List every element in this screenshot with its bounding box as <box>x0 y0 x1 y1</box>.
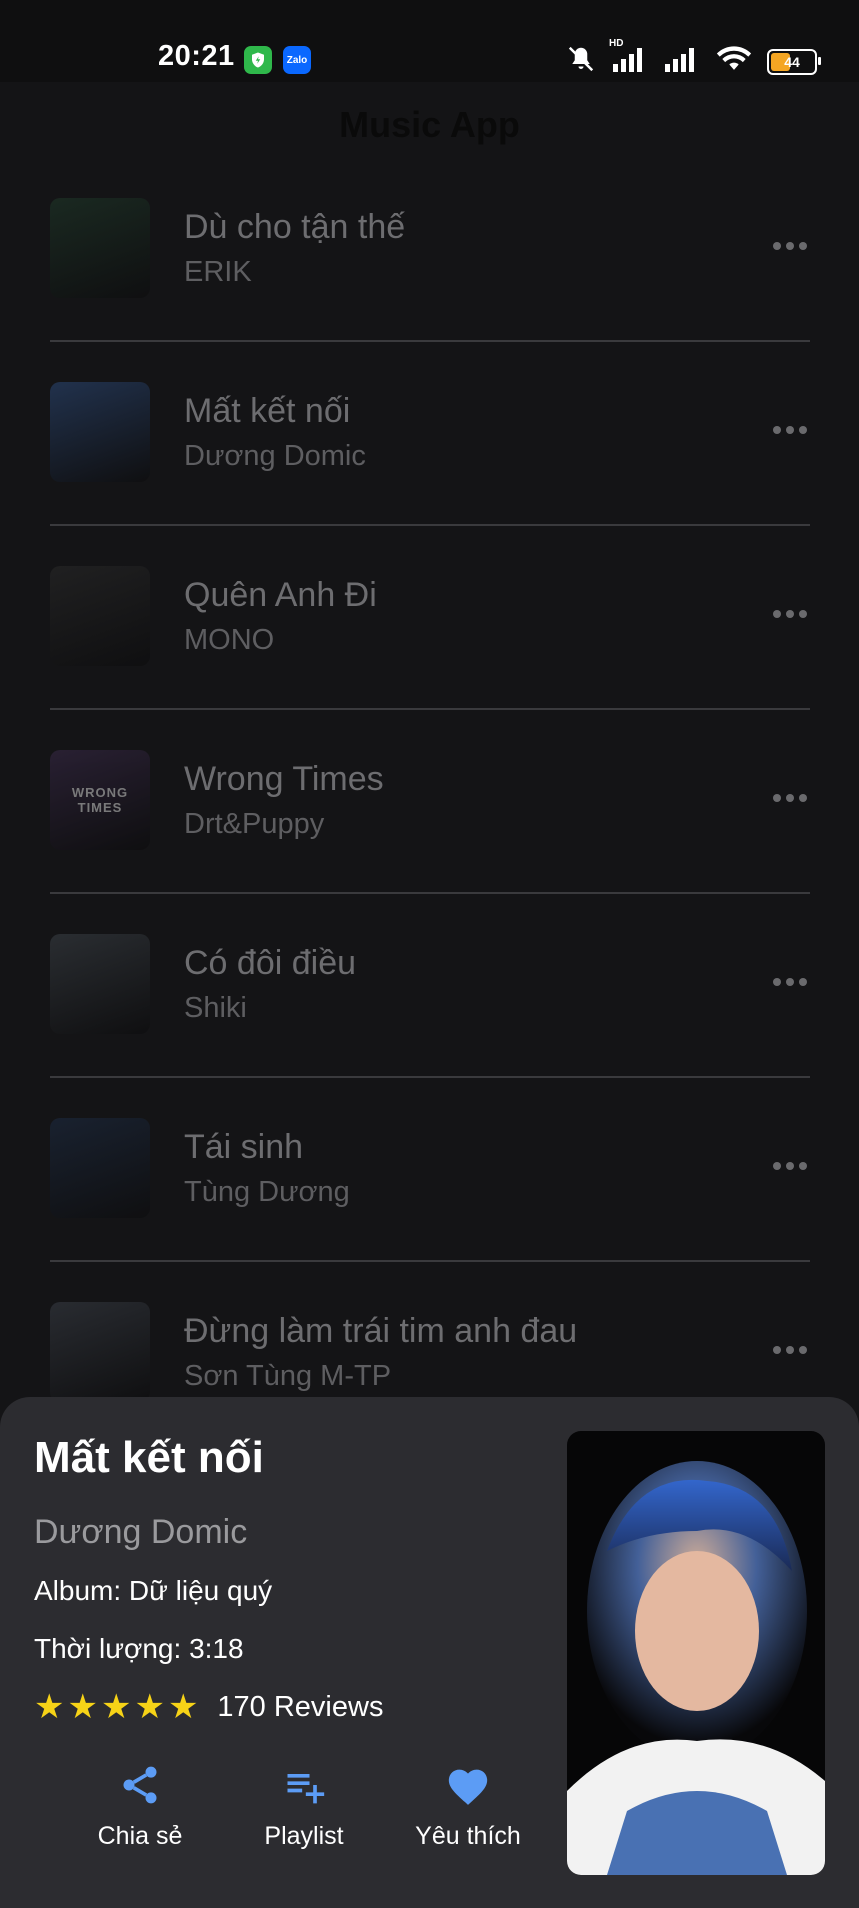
song-row[interactable]: Mất kết nối Dương Domic <box>50 364 810 548</box>
song-artist: Shiki <box>184 992 247 1024</box>
row-divider <box>50 1076 810 1078</box>
song-title: Đừng làm trái tim anh đau <box>184 1312 578 1350</box>
song-artist: MONO <box>184 624 275 656</box>
action-bar: Chia sẻ Playlist Yêu thích <box>58 1763 550 1851</box>
song-artist: Drt&Puppy <box>184 808 325 840</box>
song-title: Có đôi điều <box>184 944 357 982</box>
song-title: Dù cho tận thế <box>184 208 406 246</box>
status-bar: 20:21 Zalo HD 44 <box>0 0 859 82</box>
review-count: 170 Reviews <box>217 1690 384 1723</box>
row-divider <box>50 524 810 526</box>
song-detail-sheet: Mất kết nối Dương Domic Album: Dữ liệu q… <box>0 1397 859 1908</box>
row-divider <box>50 892 810 894</box>
song-artist: ERIK <box>184 256 252 288</box>
star-icon: ★ <box>134 1688 165 1726</box>
share-label: Chia sẻ <box>97 1822 183 1850</box>
song-thumbnail <box>50 382 150 482</box>
shield-app-icon <box>244 46 272 74</box>
song-thumbnail <box>50 934 150 1034</box>
thumbnail-text: WRONG TIMES <box>71 785 129 815</box>
more-options-icon[interactable] <box>770 226 810 266</box>
battery-level: 44 <box>784 53 800 70</box>
song-row[interactable]: Tái sinh Tùng Dương <box>50 1100 810 1284</box>
zalo-app-icon: Zalo <box>283 46 311 74</box>
song-row[interactable]: Quên Anh Đi MONO <box>50 548 810 732</box>
rating: ★★★★★ 170 Reviews <box>34 1687 383 1727</box>
add-to-playlist-button[interactable]: Playlist <box>222 1763 386 1851</box>
signal-icon <box>663 46 701 77</box>
row-divider <box>50 1260 810 1262</box>
song-thumbnail: WRONG TIMES <box>50 750 150 850</box>
song-list: Dù cho tận thế ERIK Mất kết nối Dương Domic… <box>50 180 810 1468</box>
row-divider <box>50 340 810 342</box>
more-options-icon[interactable] <box>770 594 810 634</box>
song-title: Tái sinh <box>184 1128 304 1166</box>
status-icons: HD 44 <box>565 38 821 79</box>
song-artist: Tùng Dương <box>184 1176 350 1208</box>
page-title: Music App <box>339 104 520 145</box>
wifi-icon <box>715 45 753 78</box>
star-icon: ★ <box>100 1688 132 1726</box>
share-button[interactable]: Chia sẻ <box>58 1763 222 1851</box>
song-row[interactable]: WRONG TIMES Wrong Times Drt&Puppy <box>50 732 810 916</box>
star-rating: ★★★★★ <box>34 1687 201 1727</box>
song-thumbnail <box>50 1302 150 1402</box>
signal-hd-icon: HD <box>609 38 649 77</box>
song-row[interactable]: Dù cho tận thế ERIK <box>50 180 810 364</box>
star-icon: ★ <box>34 1688 65 1726</box>
detail-album: Album: Dữ liệu quý <box>34 1575 273 1606</box>
star-icon: ★ <box>167 1688 199 1726</box>
more-options-icon[interactable] <box>770 778 810 818</box>
battery-indicator: 44 <box>767 48 821 75</box>
detail-song-title: Mất kết nối <box>34 1433 264 1482</box>
detail-duration: Thời lượng: 3:18 <box>34 1633 244 1664</box>
song-artist: Dương Domic <box>184 440 366 472</box>
detail-artist: Dương Domic <box>34 1513 248 1551</box>
more-options-icon[interactable] <box>770 1330 810 1370</box>
mute-icon <box>565 44 597 79</box>
song-thumbnail <box>50 566 150 666</box>
song-title: Quên Anh Đi <box>184 576 377 614</box>
favorite-label: Yêu thích <box>415 1822 521 1850</box>
status-time: 20:21 <box>158 40 235 72</box>
more-options-icon[interactable] <box>770 410 810 450</box>
playlist-add-icon <box>282 1763 326 1812</box>
song-thumbnail <box>50 198 150 298</box>
song-artist: Sơn Tùng M-TP <box>184 1360 392 1392</box>
playlist-label: Playlist <box>264 1822 344 1850</box>
row-divider <box>50 708 810 710</box>
song-row[interactable]: Có đôi điều Shiki <box>50 916 810 1100</box>
song-thumbnail <box>50 1118 150 1218</box>
song-title: Wrong Times <box>184 760 384 798</box>
more-options-icon[interactable] <box>770 962 810 1002</box>
album-cover <box>567 1431 825 1875</box>
share-icon <box>118 1763 162 1812</box>
more-options-icon[interactable] <box>770 1146 810 1186</box>
song-title: Mất kết nối <box>184 392 351 430</box>
star-icon: ★ <box>67 1688 98 1726</box>
favorite-button[interactable]: Yêu thích <box>386 1763 550 1851</box>
heart-icon <box>445 1763 491 1812</box>
